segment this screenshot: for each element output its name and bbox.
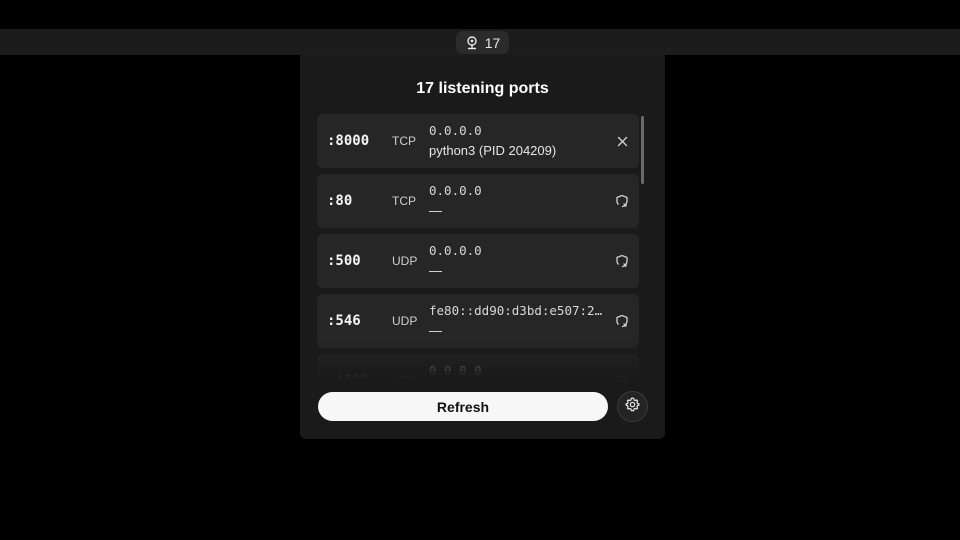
port-number: :8000 (327, 133, 370, 149)
port-protocol: UDP (392, 254, 418, 268)
port-protocol: TCP (392, 194, 416, 208)
port-number: :4500 (327, 354, 369, 379)
port-address: 0.0.0.0 (429, 243, 482, 258)
port-row[interactable]: :546 UDP fe80::dd90:d3bd:e507:2… — (317, 294, 639, 348)
panel-title: 17 listening ports (416, 80, 549, 97)
port-number: :500 (327, 253, 361, 269)
port-process: python3 (PID 204209) (429, 143, 557, 158)
port-number: :80 (327, 193, 353, 209)
shield-refresh-icon[interactable] (613, 252, 631, 270)
network-plug-icon (465, 35, 479, 50)
tray-port-count: 17 (484, 34, 501, 51)
shield-refresh-icon[interactable] (613, 372, 631, 379)
gear-icon (625, 397, 640, 417)
port-row[interactable]: :80 TCP 0.0.0.0 — (317, 174, 639, 228)
port-row[interactable]: :8000 TCP 0.0.0.0 python3 (PID 204209) (317, 114, 639, 168)
port-process: — (429, 203, 442, 218)
port-process: — (429, 263, 442, 278)
list-scrollbar[interactable] (641, 116, 644, 184)
port-address: 0.0.0.0 (429, 363, 482, 378)
port-row[interactable]: :500 UDP 0.0.0.0 — (317, 234, 639, 288)
settings-button[interactable] (617, 391, 648, 422)
tray-port-indicator[interactable]: 17 (456, 31, 509, 54)
port-address: fe80::dd90:d3bd:e507:2… (429, 303, 603, 318)
port-address: 0.0.0.0 (429, 183, 482, 198)
refresh-button[interactable]: Refresh (318, 392, 608, 421)
port-address: 0.0.0.0 (429, 123, 482, 138)
shield-refresh-icon[interactable] (613, 192, 631, 210)
port-protocol: TCP (392, 134, 416, 148)
port-list[interactable]: :8000 TCP 0.0.0.0 python3 (PID 204209) :… (317, 114, 639, 379)
port-row[interactable]: :4500 UDP 0.0.0.0 — (317, 354, 639, 379)
port-protocol: UDP (392, 354, 417, 379)
close-icon[interactable] (613, 132, 631, 150)
shield-refresh-icon[interactable] (613, 312, 631, 330)
port-process: — (429, 323, 442, 338)
port-number: :546 (327, 313, 361, 329)
port-protocol: UDP (392, 314, 418, 328)
